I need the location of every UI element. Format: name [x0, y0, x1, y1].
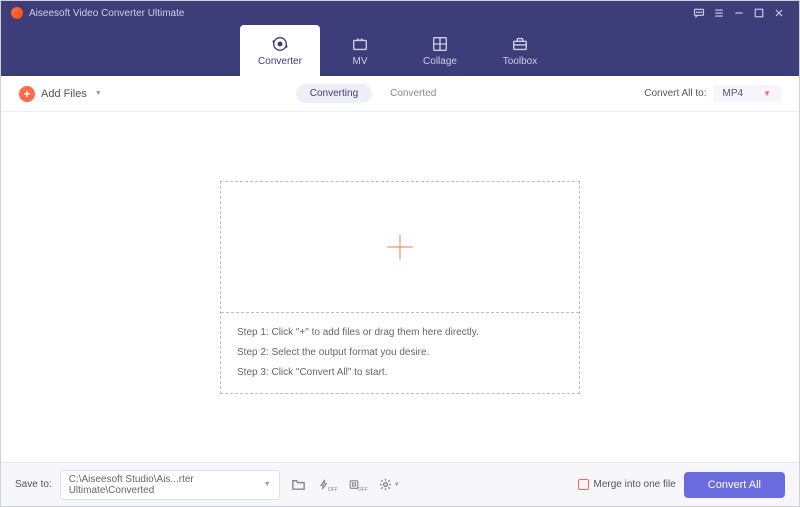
app-logo: [11, 7, 23, 19]
tab-label: Converter: [258, 56, 302, 67]
step-3: Step 3: Click "Convert All" to start.: [237, 363, 563, 383]
convert-all-button[interactable]: Convert All: [684, 472, 785, 498]
lightning-off-button[interactable]: OFF: [318, 474, 340, 496]
toolbar: + Add Files ▼ Converting Converted Conve…: [1, 76, 799, 112]
save-to-label: Save to:: [15, 479, 52, 490]
open-folder-button[interactable]: [288, 474, 310, 496]
plus-icon: +: [19, 86, 35, 102]
collage-icon: [431, 35, 449, 53]
main-area: Step 1: Click "+" to add files or drag t…: [1, 112, 799, 462]
tab-label: Toolbox: [503, 56, 537, 67]
tab-label: MV: [353, 56, 368, 67]
chevron-down-icon: ▼: [95, 90, 102, 97]
add-files-button[interactable]: + Add Files ▼: [19, 86, 102, 102]
tab-collage[interactable]: Collage: [400, 25, 480, 76]
minimize-icon[interactable]: [729, 3, 749, 23]
add-files-label: Add Files: [41, 88, 87, 100]
format-selected: MP4: [723, 88, 744, 99]
maximize-icon[interactable]: [749, 3, 769, 23]
footer-bar: Save to: C:\Aiseesoft Studio\Ais...rter …: [1, 462, 799, 506]
seg-converting[interactable]: Converting: [296, 84, 372, 103]
feedback-icon[interactable]: [689, 3, 709, 23]
step-1: Step 1: Click "+" to add files or drag t…: [237, 323, 563, 343]
chevron-down-icon: ▼: [264, 481, 271, 488]
menu-icon[interactable]: [709, 3, 729, 23]
title-bar: Aiseesoft Video Converter Ultimate: [1, 1, 799, 25]
convert-all-to-label: Convert All to:: [644, 88, 706, 99]
seg-converted[interactable]: Converted: [376, 84, 450, 103]
step-2: Step 2: Select the output format you des…: [237, 343, 563, 363]
checkbox-icon: [578, 479, 589, 490]
status-segment: Converting Converted: [296, 84, 451, 103]
instructions: Step 1: Click "+" to add files or drag t…: [221, 312, 579, 393]
nav-bar: Converter MV Collage Toolbox: [1, 25, 799, 76]
toolbox-icon: [511, 35, 529, 53]
converter-icon: [271, 35, 289, 53]
save-path-value: C:\Aiseesoft Studio\Ais...rter Ultimate\…: [69, 474, 264, 496]
settings-button[interactable]: ▼: [378, 474, 400, 496]
add-files-dropzone-button[interactable]: [221, 182, 579, 312]
gpu-off-button[interactable]: OFF: [348, 474, 370, 496]
close-icon[interactable]: [769, 3, 789, 23]
tab-toolbox[interactable]: Toolbox: [480, 25, 560, 76]
chevron-down-icon: ▼: [763, 89, 771, 98]
merge-label: Merge into one file: [594, 479, 676, 490]
mv-icon: [351, 35, 369, 53]
tab-label: Collage: [423, 56, 457, 67]
format-select[interactable]: MP4 ▼: [713, 85, 781, 102]
tab-mv[interactable]: MV: [320, 25, 400, 76]
convert-all-to: Convert All to: MP4 ▼: [644, 85, 781, 102]
drop-zone: Step 1: Click "+" to add files or drag t…: [220, 181, 580, 394]
merge-checkbox[interactable]: Merge into one file: [578, 479, 676, 490]
plus-icon: [382, 229, 418, 265]
app-title: Aiseesoft Video Converter Ultimate: [29, 8, 184, 19]
tab-converter[interactable]: Converter: [240, 25, 320, 76]
save-path-select[interactable]: C:\Aiseesoft Studio\Ais...rter Ultimate\…: [60, 470, 280, 500]
